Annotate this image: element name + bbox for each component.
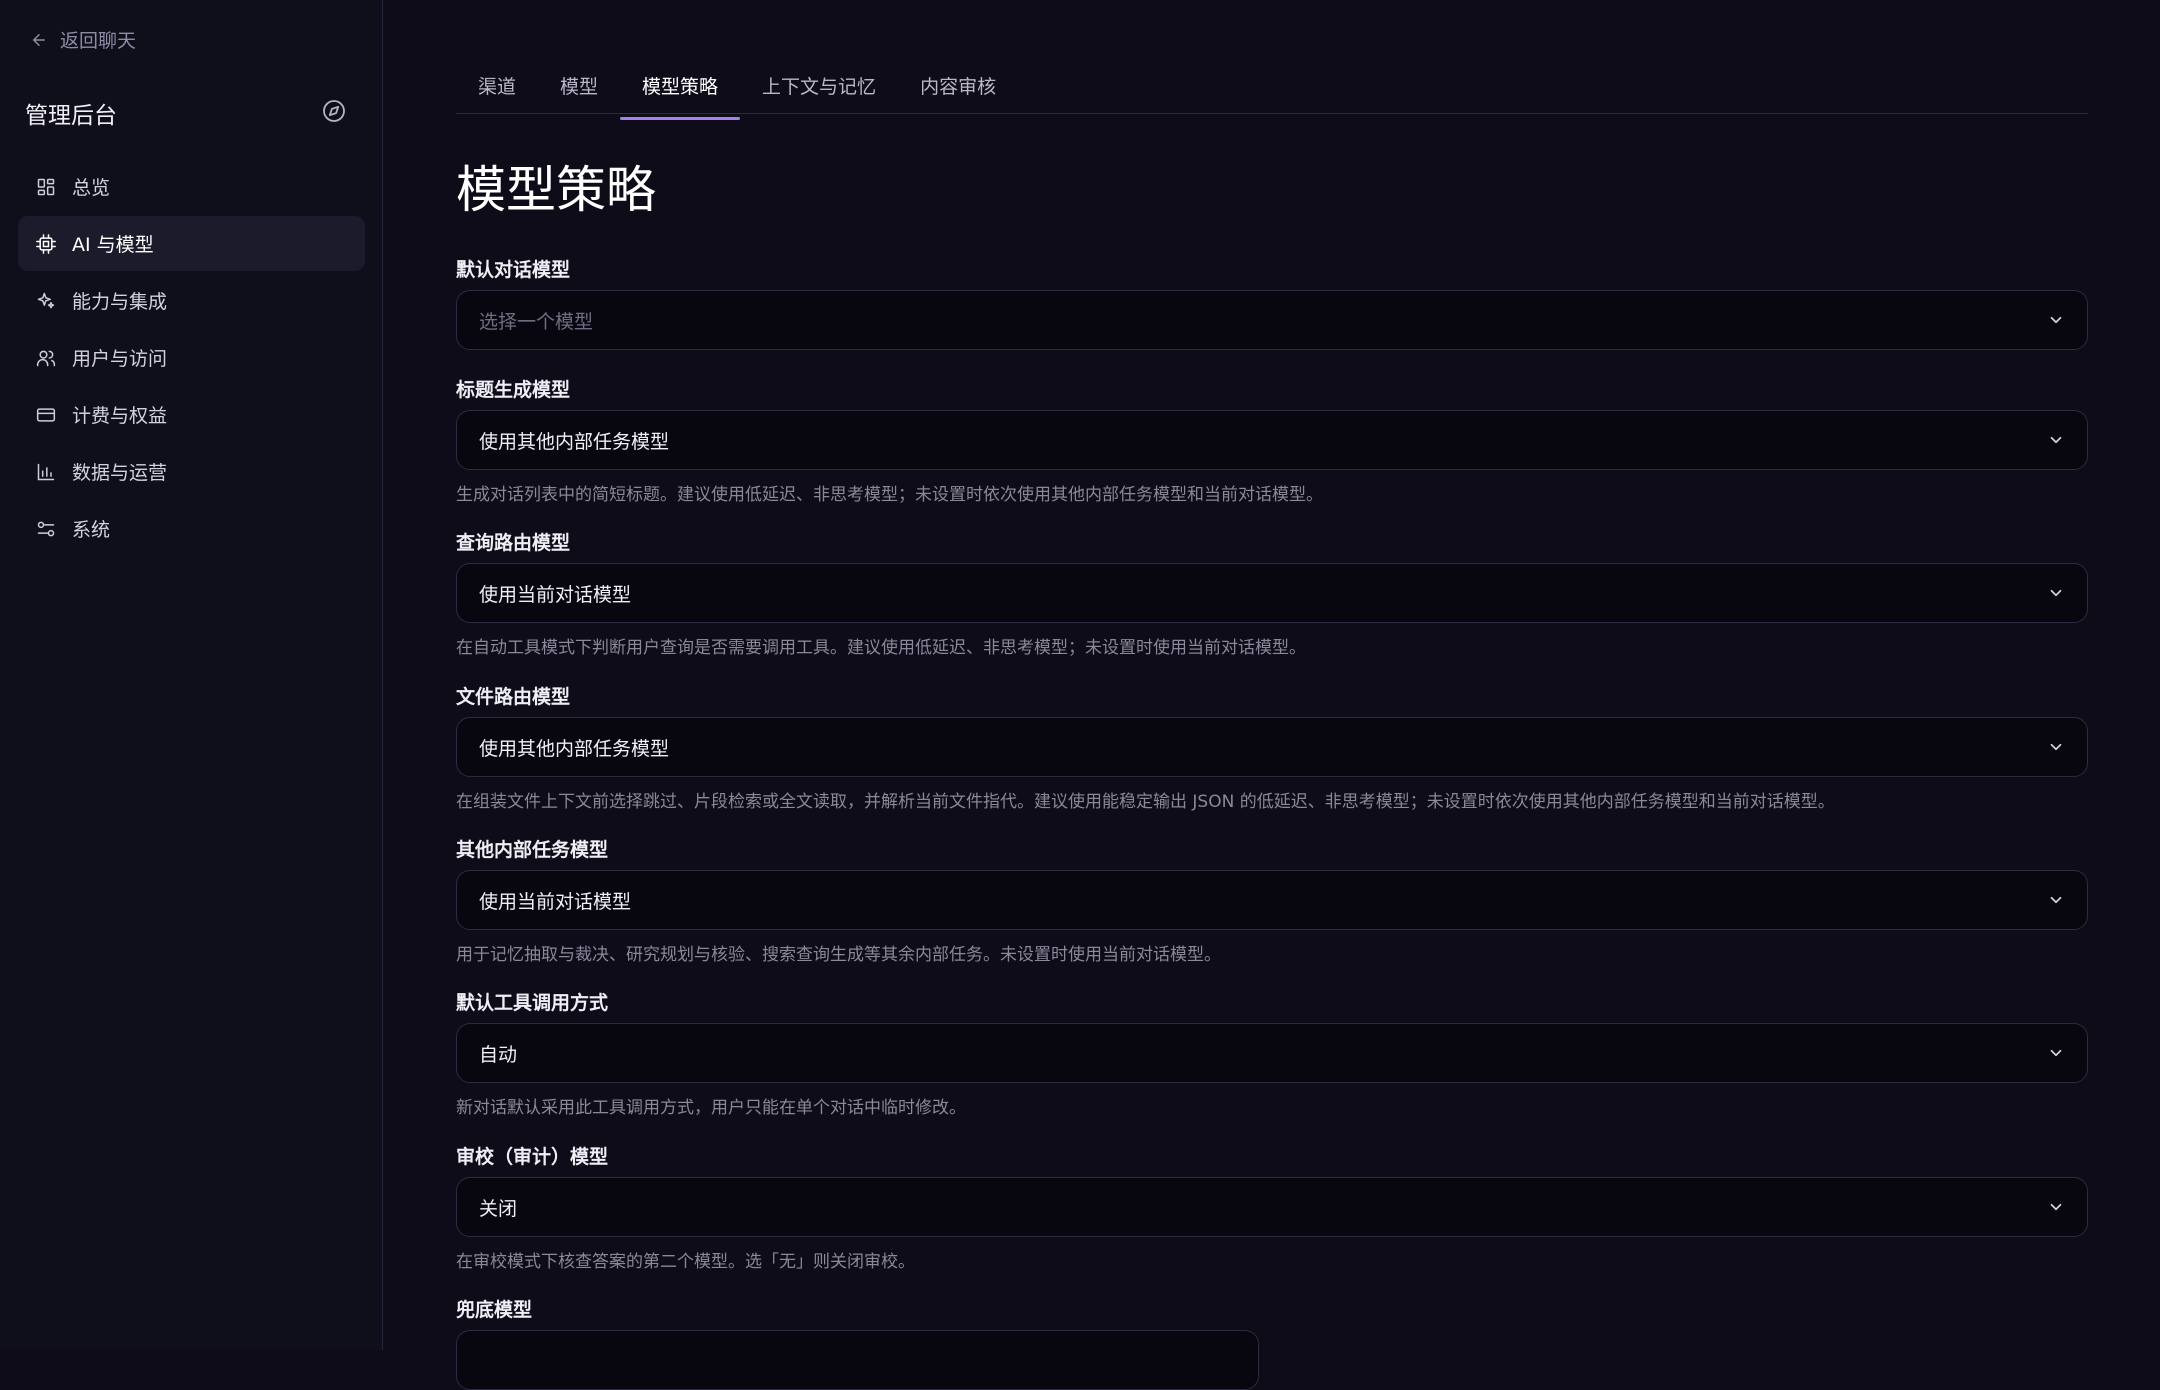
chevron-down-icon bbox=[2050, 1049, 2062, 1057]
field-label: 标题生成模型 bbox=[456, 379, 571, 401]
select-value: 自动 bbox=[479, 1043, 518, 1066]
file-routing-model-select[interactable]: 使用其他内部任务模型 bbox=[456, 717, 2088, 777]
sidebar-item-billing[interactable]: 计费与权益 bbox=[18, 387, 365, 442]
sidebar-nav: 总览 AI 与模型 能力与集成 用户与访问 计费与权益 数据与运营 系统 bbox=[18, 159, 365, 558]
field-help-text: 在审校模式下核查答案的第二个模型。选「无」则关闭审校。 bbox=[456, 1252, 915, 1272]
sidebar-item-label: AI 与模型 bbox=[72, 234, 154, 256]
tab-model-strategy[interactable]: 模型策略 bbox=[620, 64, 741, 120]
sidebar-item-label: 能力与集成 bbox=[72, 291, 168, 313]
chevron-down-icon bbox=[2050, 1203, 2062, 1211]
sidebar-item-label: 总览 bbox=[72, 177, 111, 199]
field-label: 默认工具调用方式 bbox=[456, 992, 609, 1014]
arrow-left-icon bbox=[33, 33, 45, 46]
credit-card-icon bbox=[36, 407, 56, 422]
field-help-text: 在组装文件上下文前选择跳过、片段检索或全文读取，并解析当前文件指代。建议使用能稳… bbox=[456, 792, 1835, 812]
sidebar-item-system[interactable]: 系统 bbox=[18, 501, 365, 556]
sidebar-item-overview[interactable]: 总览 bbox=[18, 159, 365, 214]
query-routing-model-select[interactable]: 使用当前对话模型 bbox=[456, 563, 2088, 623]
sidebar-item-users[interactable]: 用户与访问 bbox=[18, 330, 365, 385]
tab-context-memory[interactable]: 上下文与记忆 bbox=[740, 64, 898, 117]
sidebar-item-label: 计费与权益 bbox=[72, 405, 168, 427]
sidebar: 返回聊天 管理后台 总览 AI 与模型 能力与集成 用户与访问 计费与权益 数据… bbox=[0, 0, 383, 1350]
tab-bar: 渠道 模型 模型策略 上下文与记忆 内容审核 bbox=[456, 0, 2088, 120]
field-label: 查询路由模型 bbox=[456, 532, 571, 554]
field-other-internal-task-model: 其他内部任务模型 使用当前对话模型 用于记忆抽取与裁决、研究规划与核验、搜索查询… bbox=[456, 836, 2088, 965]
chevron-down-icon bbox=[2050, 743, 2062, 751]
select-value: 使用当前对话模型 bbox=[479, 890, 632, 913]
tab-content-moderation[interactable]: 内容审核 bbox=[898, 64, 1018, 117]
sidebar-item-data-ops[interactable]: 数据与运营 bbox=[18, 444, 365, 499]
back-link-label: 返回聊天 bbox=[60, 30, 137, 52]
other-internal-task-model-select[interactable]: 使用当前对话模型 bbox=[456, 870, 2088, 930]
page-title: 模型策略 bbox=[456, 161, 656, 219]
sparkles-icon bbox=[37, 292, 55, 308]
chevron-down-icon bbox=[2050, 896, 2062, 904]
compass-icon[interactable] bbox=[322, 99, 346, 123]
field-fallback-model: 兜底模型 bbox=[456, 1296, 2088, 1390]
field-audit-model: 审校（审计）模型 关闭 在审校模式下核查答案的第二个模型。选「无」则关闭审校。 bbox=[456, 1143, 2088, 1272]
chevron-down-icon bbox=[2050, 436, 2062, 444]
select-value: 使用当前对话模型 bbox=[479, 583, 632, 606]
field-title-generation-model: 标题生成模型 使用其他内部任务模型 生成对话列表中的简短标题。建议使用低延迟、非… bbox=[456, 376, 2088, 505]
select-value: 关闭 bbox=[479, 1197, 518, 1220]
chevron-down-icon bbox=[2050, 316, 2062, 324]
default-chat-model-select[interactable]: 选择一个模型 bbox=[456, 290, 2088, 350]
field-help-text: 新对话默认采用此工具调用方式，用户只能在单个对话中临时修改。 bbox=[456, 1098, 966, 1118]
default-tool-calling-mode-select[interactable]: 自动 bbox=[456, 1023, 2088, 1083]
bar-chart-icon bbox=[37, 463, 55, 480]
sidebar-title: 管理后台 bbox=[25, 103, 117, 129]
tab-models[interactable]: 模型 bbox=[538, 64, 620, 117]
field-default-tool-calling-mode: 默认工具调用方式 自动 新对话默认采用此工具调用方式，用户只能在单个对话中临时修… bbox=[456, 989, 2088, 1118]
field-label: 兜底模型 bbox=[456, 1299, 533, 1321]
sidebar-item-label: 用户与访问 bbox=[72, 348, 168, 370]
select-value: 使用其他内部任务模型 bbox=[479, 737, 670, 760]
title-generation-model-select[interactable]: 使用其他内部任务模型 bbox=[456, 410, 2088, 470]
field-help-text: 用于记忆抽取与裁决、研究规划与核验、搜索查询生成等其余内部任务。未设置时使用当前… bbox=[456, 945, 1221, 965]
chevron-down-icon bbox=[2050, 589, 2062, 597]
dashboard-icon bbox=[37, 178, 55, 195]
field-help-text: 在自动工具模式下判断用户查询是否需要调用工具。建议使用低延迟、非思考模型；未设置… bbox=[456, 638, 1306, 658]
field-label: 默认对话模型 bbox=[456, 259, 571, 281]
select-placeholder: 选择一个模型 bbox=[479, 310, 594, 333]
users-icon bbox=[36, 350, 56, 366]
field-query-routing-model: 查询路由模型 使用当前对话模型 在自动工具模式下判断用户查询是否需要调用工具。建… bbox=[456, 529, 2088, 658]
sidebar-item-label: 数据与运营 bbox=[72, 462, 168, 484]
back-to-chat-link[interactable]: 返回聊天 bbox=[30, 26, 136, 53]
tab-channels[interactable]: 渠道 bbox=[456, 64, 538, 117]
field-label: 其他内部任务模型 bbox=[456, 839, 609, 861]
fallback-model-select[interactable] bbox=[456, 1330, 1259, 1390]
field-label: 审校（审计）模型 bbox=[456, 1146, 609, 1168]
select-value: 使用其他内部任务模型 bbox=[479, 430, 670, 453]
field-default-chat-model: 默认对话模型 选择一个模型 bbox=[456, 256, 2088, 350]
field-file-routing-model: 文件路由模型 使用其他内部任务模型 在组装文件上下文前选择跳过、片段检索或全文读… bbox=[456, 683, 2088, 812]
sidebar-item-capabilities[interactable]: 能力与集成 bbox=[18, 273, 365, 328]
sidebar-item-ai-models[interactable]: AI 与模型 bbox=[18, 216, 365, 271]
field-label: 文件路由模型 bbox=[456, 686, 571, 708]
cpu-chip-icon bbox=[36, 233, 56, 254]
audit-model-select[interactable]: 关闭 bbox=[456, 1177, 2088, 1237]
settings-sliders-icon bbox=[37, 521, 55, 536]
sidebar-item-label: 系统 bbox=[72, 519, 111, 541]
field-help-text: 生成对话列表中的简短标题。建议使用低延迟、非思考模型；未设置时依次使用其他内部任… bbox=[456, 485, 1323, 505]
